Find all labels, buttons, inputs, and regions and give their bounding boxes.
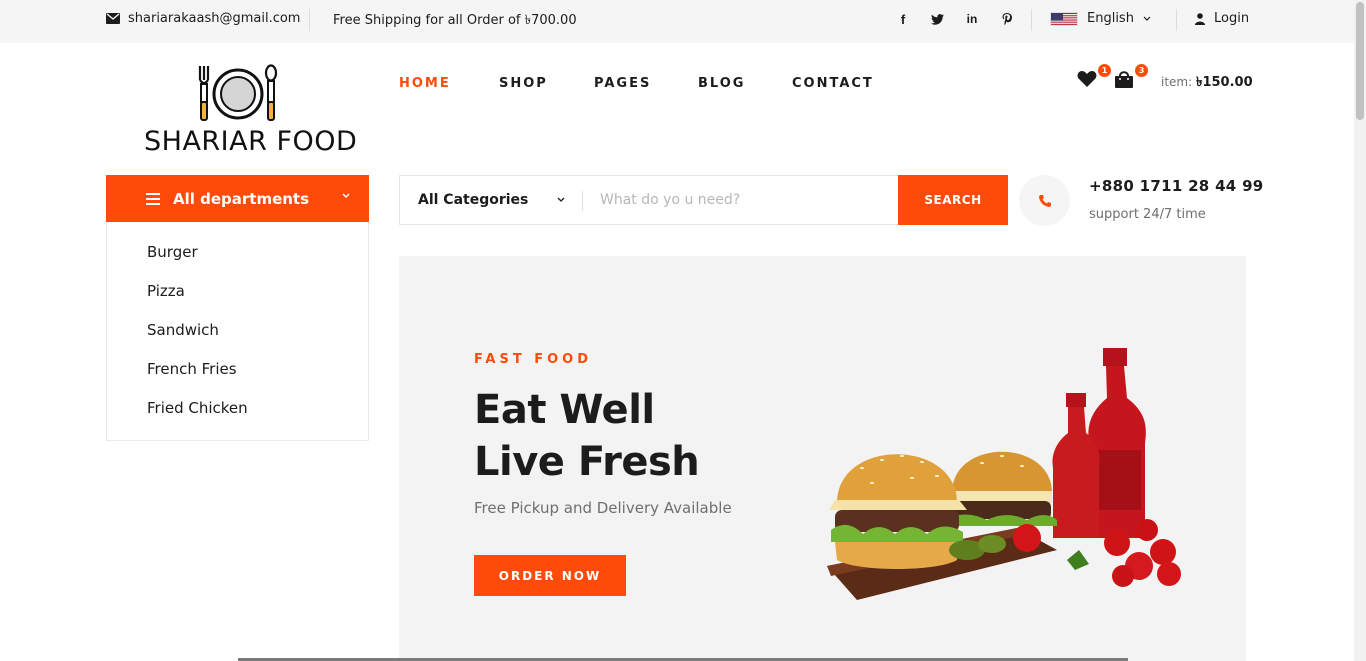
department-item-fried-chicken[interactable]: Fried Chicken — [147, 399, 248, 417]
shipping-notice: Free Shipping for all Order of ৳700.00 — [333, 13, 577, 28]
scrollbar-thumb[interactable] — [1356, 2, 1364, 120]
language-label: English — [1087, 11, 1134, 26]
burger-sauce-image — [827, 348, 1181, 600]
language-selector[interactable]: English — [1050, 11, 1151, 26]
wishlist-badge: 1 — [1098, 64, 1111, 77]
chevron-down-icon — [342, 193, 350, 198]
cart-badge: 3 — [1135, 64, 1148, 77]
departments-list: Burger Pizza Sandwich French Fries Fried… — [106, 222, 369, 441]
phone-button[interactable] — [1019, 175, 1070, 226]
email-text: shariarakaash@gmail.com — [128, 11, 301, 26]
divider — [309, 9, 310, 31]
nav-shop[interactable]: SHOP — [499, 76, 548, 91]
logo-text: SHARIAR FOOD — [144, 126, 358, 157]
plate-cutlery-icon — [198, 64, 278, 121]
divider — [1176, 9, 1177, 31]
logo[interactable]: SHARIAR FOOD — [140, 62, 357, 162]
email-contact[interactable]: shariarakaash@gmail.com — [106, 11, 300, 26]
chevron-down-icon — [1143, 16, 1151, 21]
search-button[interactable]: SEARCH — [898, 175, 1008, 225]
phone-icon — [1038, 194, 1051, 207]
login-link[interactable]: Login — [1195, 11, 1249, 26]
heart-icon — [1077, 71, 1097, 87]
hamburger-icon — [146, 192, 160, 205]
divider — [1031, 9, 1032, 31]
department-item-sandwich[interactable]: Sandwich — [147, 321, 219, 339]
cart-total: item: ৳150.00 — [1161, 73, 1253, 94]
nav-blog[interactable]: BLOG — [698, 76, 745, 91]
hero-banner: FAST FOOD Eat Well Live Fresh Free Picku… — [399, 256, 1246, 661]
category-select[interactable]: All Categories — [418, 192, 528, 208]
all-departments-label: All departments — [173, 189, 310, 208]
all-departments-button[interactable]: All departments — [106, 175, 369, 222]
shopping-bag-icon — [1115, 71, 1133, 88]
facebook-icon[interactable]: f — [895, 11, 911, 27]
department-item-pizza[interactable]: Pizza — [147, 282, 185, 300]
envelope-icon — [106, 13, 120, 24]
hero-title-line1: Eat Well — [474, 387, 655, 433]
top-bar: shariarakaash@gmail.com Free Shipping fo… — [0, 0, 1354, 43]
phone-number: +880 1711 28 44 99 — [1089, 177, 1264, 195]
hero-title: Eat Well Live Fresh — [474, 384, 700, 488]
hero-subtitle: Free Pickup and Delivery Available — [474, 499, 732, 517]
divider — [582, 191, 583, 211]
cart-total-label: item: — [1161, 75, 1193, 89]
support-text: support 24/7 time — [1089, 207, 1206, 222]
hero-kicker: FAST FOOD — [474, 352, 592, 367]
department-item-burger[interactable]: Burger — [147, 243, 198, 261]
scrollbar[interactable] — [1354, 0, 1366, 661]
linkedin-icon[interactable]: in — [964, 11, 980, 27]
pinterest-icon[interactable] — [999, 11, 1015, 27]
wishlist-button[interactable]: 1 — [1077, 64, 1111, 88]
search-input[interactable] — [600, 176, 890, 224]
chevron-down-icon — [557, 197, 565, 202]
order-now-button[interactable]: ORDER NOW — [474, 555, 626, 596]
hero-title-line2: Live Fresh — [474, 439, 700, 485]
user-icon — [1195, 12, 1205, 25]
cart-total-value: ৳150.00 — [1195, 75, 1253, 90]
cart-button[interactable]: 3 — [1114, 64, 1148, 88]
department-item-french-fries[interactable]: French Fries — [147, 360, 237, 378]
login-label: Login — [1214, 11, 1250, 26]
nav-home[interactable]: HOME — [399, 76, 451, 91]
twitter-icon[interactable] — [929, 11, 945, 27]
nav-contact[interactable]: CONTACT — [792, 76, 874, 91]
nav-pages[interactable]: PAGES — [594, 76, 651, 91]
us-flag-icon — [1050, 11, 1078, 26]
